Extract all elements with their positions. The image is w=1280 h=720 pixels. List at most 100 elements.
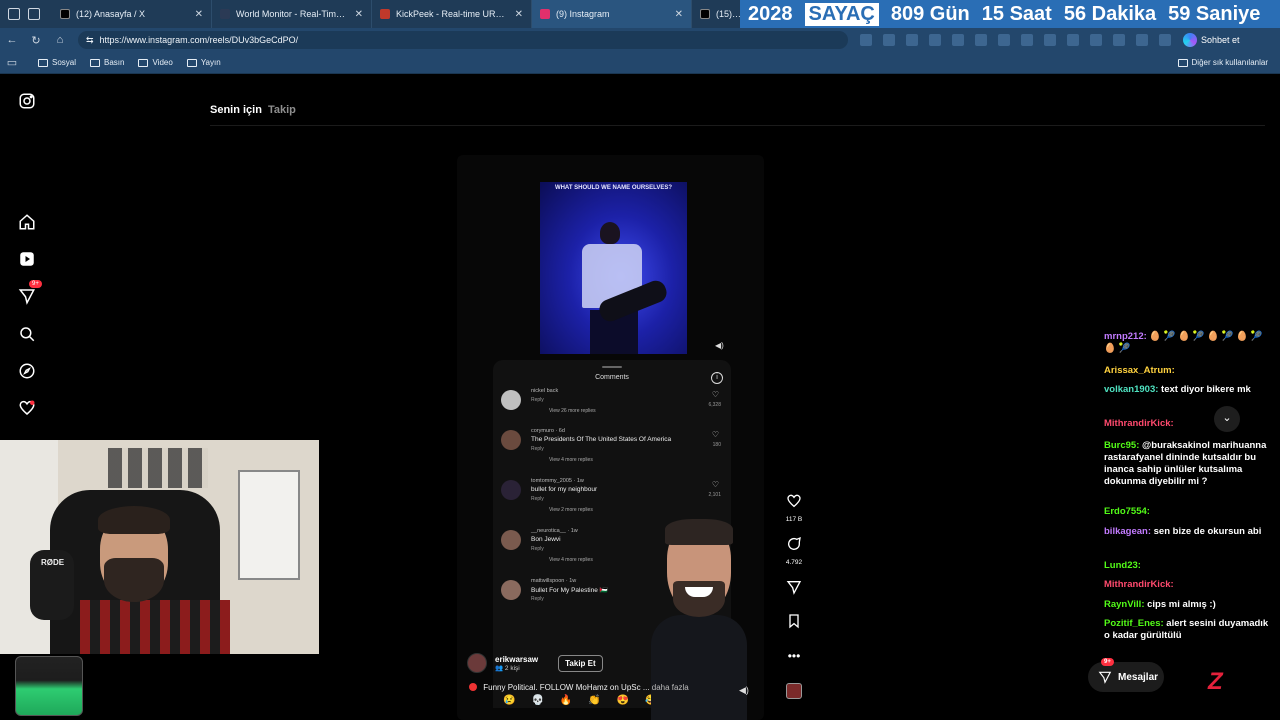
direct-messages-icon[interactable]: 9+ xyxy=(17,280,42,306)
follow-button[interactable]: Takip Et xyxy=(558,654,603,672)
bookmark-folder[interactable]: Sosyal xyxy=(38,58,76,67)
emoji-reaction[interactable]: 🔥 xyxy=(560,695,572,706)
emoji-reaction[interactable]: 👏 xyxy=(588,695,600,706)
notifications-heart-icon[interactable] xyxy=(17,398,37,418)
close-icon[interactable]: ✕ xyxy=(675,9,683,20)
extension-icon[interactable] xyxy=(998,34,1010,46)
avatar[interactable] xyxy=(501,530,521,550)
copilot-chat-button[interactable]: Sohbet et xyxy=(1183,33,1240,47)
instagram-logo-icon[interactable] xyxy=(17,91,37,111)
comment-item: tomtommy_2005 · 1w bullet for my neighbo… xyxy=(501,478,723,524)
avatar[interactable] xyxy=(501,580,521,600)
extension-icon[interactable] xyxy=(860,34,872,46)
extension-icon[interactable] xyxy=(975,34,987,46)
webcam-whiteboard xyxy=(238,470,300,580)
browser-tab[interactable]: World Monitor - Real-Time Global ✕ xyxy=(212,0,372,28)
extension-icon[interactable] xyxy=(1044,34,1056,46)
bookmark-folder[interactable]: Video xyxy=(138,58,173,67)
like-count: 2,101 xyxy=(708,492,721,498)
view-replies-link[interactable]: View 2 more replies xyxy=(549,507,593,513)
chat-user: MithrandirKick: xyxy=(1104,579,1174,590)
tab-title: (9) Instagram xyxy=(556,9,610,19)
extension-icon[interactable] xyxy=(906,34,918,46)
reply-link[interactable]: Reply xyxy=(531,446,544,452)
tab-menu-icon[interactable] xyxy=(8,8,20,20)
extension-icon[interactable] xyxy=(929,34,941,46)
comment-user[interactable]: nickel back xyxy=(531,388,558,394)
drag-handle[interactable] xyxy=(602,366,622,368)
bookmark-folder[interactable]: Yayın xyxy=(186,58,221,67)
webcam-picture-frames xyxy=(108,448,208,488)
close-icon[interactable]: ✕ xyxy=(515,9,523,20)
like-button[interactable]: 117 B xyxy=(780,493,808,523)
extension-icon[interactable] xyxy=(1021,34,1033,46)
emoji-reaction-row: 😢 💀 🔥 👏 😍 😂 xyxy=(503,695,658,706)
bookmark-folder[interactable]: Basın xyxy=(90,58,124,67)
url-field[interactable]: ⇆ https://www.instagram.com/reels/DUv3bG… xyxy=(78,31,848,49)
messages-button[interactable]: 9+ Mesajlar xyxy=(1088,658,1164,692)
bookmarks-menu-icon[interactable]: ▭ xyxy=(0,56,24,69)
emoji-reaction[interactable]: 😍 xyxy=(617,695,629,706)
tab-for-you[interactable]: Senin için xyxy=(210,104,262,116)
extension-icon[interactable] xyxy=(952,34,964,46)
other-bookmarks[interactable]: Diğer sık kullanılanlar xyxy=(1177,58,1268,67)
reel-player[interactable]: WHAT SHOULD WE NAME OURSELVES? ◀) Commen… xyxy=(457,155,764,720)
speaker-icon[interactable]: ◀) xyxy=(739,685,749,696)
author-name[interactable]: erikwarsaw xyxy=(495,655,538,664)
browser-tab[interactable]: (12) Anasayfa / X ✕ xyxy=(52,0,212,28)
extension-icon[interactable] xyxy=(883,34,895,46)
speaker-icon[interactable]: ◀) xyxy=(715,341,724,350)
extension-icon[interactable] xyxy=(1159,34,1171,46)
reply-link[interactable]: Reply xyxy=(531,397,544,403)
chat-user: Pozitif_Enes: xyxy=(1104,618,1164,629)
home-icon[interactable]: ⌂ xyxy=(48,34,72,46)
avatar[interactable] xyxy=(501,480,521,500)
close-icon[interactable]: ✕ xyxy=(355,9,363,20)
reply-link[interactable]: Reply xyxy=(531,546,544,552)
comment-user[interactable]: __neurotica__ · 1w xyxy=(531,528,578,534)
view-replies-link[interactable]: View 4 more replies xyxy=(549,457,593,463)
back-icon[interactable]: ← xyxy=(0,34,24,46)
view-replies-link[interactable]: View 26 more replies xyxy=(549,408,596,414)
extension-icon[interactable] xyxy=(1113,34,1125,46)
extension-icon[interactable] xyxy=(1136,34,1148,46)
search-icon[interactable] xyxy=(17,324,37,344)
reply-link[interactable]: Reply xyxy=(531,496,544,502)
folder-icon xyxy=(38,58,48,67)
view-replies-link[interactable]: View 4 more replies xyxy=(549,557,593,563)
site-info-icon[interactable]: ⇆ xyxy=(86,35,94,46)
comment-user[interactable]: corymuro · 6d xyxy=(531,428,565,434)
extension-icon[interactable] xyxy=(1090,34,1102,46)
heart-icon[interactable]: ♡ xyxy=(712,390,719,399)
browser-tab[interactable]: KickPeek - Real-time URL Crawler ✕ xyxy=(372,0,532,28)
more-options-icon[interactable]: ••• xyxy=(780,649,808,663)
home-icon[interactable] xyxy=(17,212,37,232)
save-button[interactable] xyxy=(780,613,808,634)
comment-button[interactable]: 4.792 xyxy=(780,536,808,566)
counter-minutes: 56 Dakika xyxy=(1063,2,1157,25)
avatar[interactable] xyxy=(501,430,521,450)
browser-tab-active[interactable]: (9) Instagram ✕ xyxy=(532,0,692,28)
comment-user[interactable]: mattwillspoon · 1w xyxy=(531,578,576,584)
heart-icon[interactable]: ♡ xyxy=(712,430,719,439)
heart-icon xyxy=(787,494,801,508)
heart-icon[interactable]: ♡ xyxy=(712,480,719,489)
audio-thumbnail[interactable] xyxy=(786,683,802,699)
avatar[interactable] xyxy=(467,653,487,673)
explore-icon[interactable] xyxy=(17,361,37,381)
comment-user[interactable]: tomtommy_2005 · 1w xyxy=(531,478,584,484)
chat-user: Burc95: xyxy=(1104,440,1140,451)
emoji-reaction[interactable]: 💀 xyxy=(531,695,543,706)
refresh-icon[interactable]: ↻ xyxy=(24,34,48,47)
tab-following[interactable]: Takip xyxy=(268,104,296,116)
extension-icon[interactable] xyxy=(1067,34,1079,46)
share-button[interactable] xyxy=(780,579,808,600)
reply-link[interactable]: Reply xyxy=(531,596,544,602)
caption-more-link[interactable]: daha fazla xyxy=(652,683,689,692)
workspaces-icon[interactable] xyxy=(28,8,40,20)
emoji-reaction[interactable]: 😢 xyxy=(503,695,515,706)
close-icon[interactable]: ✕ xyxy=(195,9,203,20)
reels-icon[interactable] xyxy=(17,249,37,269)
avatar[interactable] xyxy=(501,390,521,410)
info-icon[interactable]: i xyxy=(711,372,723,384)
